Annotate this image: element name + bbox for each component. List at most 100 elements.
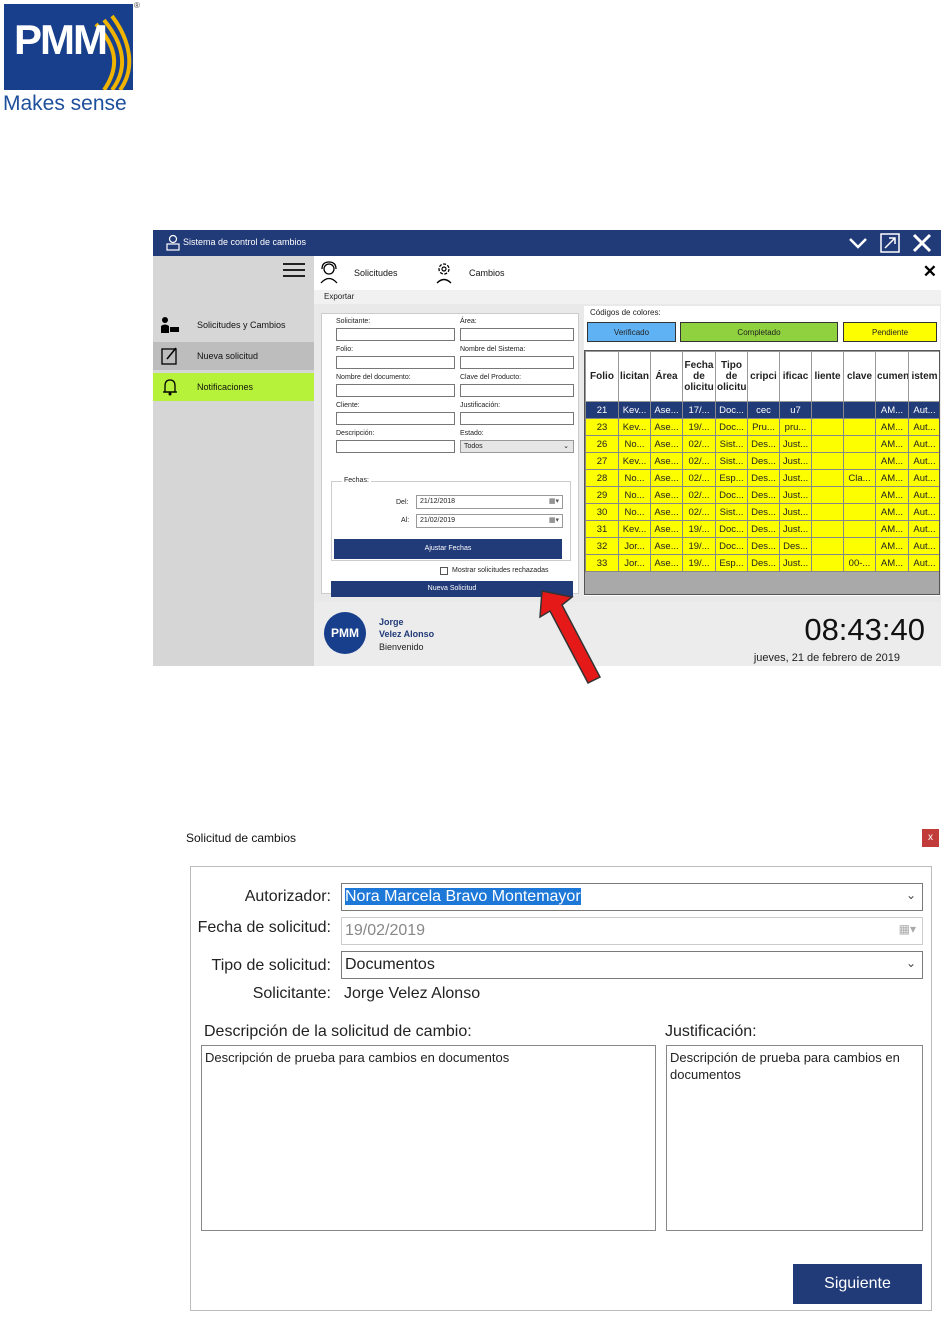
descripcion-textarea[interactable]: Descripción de prueba para cambios en do… — [201, 1045, 656, 1231]
table-row[interactable]: 27 Kev... Ase... 02/... Sist... Des... Just...… — [585, 452, 939, 470]
table-cell: Ase... — [650, 554, 683, 572]
nombre-documento-input[interactable] — [336, 384, 455, 397]
fecha-solicitud-picker[interactable]: 19/02/2019 ▦▾ — [341, 917, 923, 945]
fechas-group: Fechas: Del: 21/12/2018 ▦▾ Al: 21/02/201… — [331, 477, 571, 561]
clave-producto-input[interactable] — [460, 384, 574, 397]
clave-producto-label: Clave del Producto: — [460, 374, 522, 381]
table-cell — [843, 435, 876, 453]
table-row[interactable]: 33 Jor... Ase... 19/... Esp... Des... Just... 0… — [585, 554, 939, 572]
pendiente-swatch: Pendiente — [843, 322, 937, 342]
descripcion-input[interactable] — [336, 440, 455, 453]
table-cell: Ase... — [650, 401, 683, 419]
grid-header-cell[interactable]: ificac — [779, 351, 812, 402]
nombre-sistema-input[interactable] — [460, 356, 574, 369]
table-cell: AM... — [875, 486, 909, 504]
table-row[interactable]: 23 Kev... Ase... 19/... Doc... Pru... pru... AM… — [585, 418, 939, 436]
estado-select[interactable]: Todos ⌄ — [460, 440, 574, 453]
table-row[interactable]: 21 Kev... Ase... 17/... Doc... cec u7 AM... Aut.… — [585, 401, 939, 419]
table-cell: Des... — [747, 435, 780, 453]
table-row[interactable]: 26 No... Ase... 02/... Sist... Des... Just... A… — [585, 435, 939, 453]
table-cell — [811, 435, 844, 453]
grid-header-row: Folio licitan Área Fecha de olicitu Tipo de … — [585, 351, 939, 402]
table-cell: AM... — [875, 418, 909, 436]
fecha-solicitud-value: 19/02/2019 — [345, 922, 426, 939]
table-cell: Aut... — [908, 401, 939, 419]
tipo-solicitud-select[interactable]: Documentos ⌄ — [341, 951, 923, 979]
mostrar-rechazadas-checkbox[interactable] — [440, 567, 448, 575]
table-cell: 32 — [585, 537, 619, 555]
table-cell: Des... — [747, 537, 780, 555]
area-input[interactable] — [460, 328, 574, 341]
siguiente-button[interactable]: Siguiente — [793, 1264, 922, 1304]
user-first-name: Jorge — [379, 617, 404, 627]
panel-close-icon[interactable]: ✕ — [923, 262, 937, 282]
table-cell: 19/... — [682, 418, 716, 436]
table-cell: pru... — [779, 418, 812, 436]
folio-input[interactable] — [336, 356, 455, 369]
nav-item-solicitudes[interactable]: Solicitudes — [354, 268, 398, 278]
grid-header-cell[interactable]: liente — [811, 351, 844, 402]
grid-header-cell[interactable]: cripci — [747, 351, 780, 402]
close-icon[interactable] — [911, 232, 933, 254]
table-cell: 19/... — [682, 554, 716, 572]
dialog-close-button[interactable]: x — [922, 829, 939, 847]
estado-label: Estado: — [460, 430, 484, 437]
app-icon — [166, 234, 180, 251]
table-row[interactable]: 30 No... Ase... 02/... Sist... Des... Just... A… — [585, 503, 939, 521]
grid-header-cell[interactable]: istem — [908, 351, 939, 402]
sidebar-item-nueva-solicitud[interactable]: Nueva solicitud — [153, 342, 314, 370]
grid-header-cell[interactable]: Folio — [585, 351, 619, 402]
justificacion-textarea[interactable]: Descripción de prueba para cambios en do… — [666, 1045, 923, 1231]
fecha-del-picker[interactable]: 21/12/2018 ▦▾ — [416, 495, 563, 509]
table-cell: AM... — [875, 435, 909, 453]
table-cell: 29 — [585, 486, 619, 504]
table-cell: AM... — [875, 452, 909, 470]
table-row[interactable]: 31 Kev... Ase... 19/... Doc... Des... Just... A… — [585, 520, 939, 538]
table-row[interactable]: 32 Jor... Ase... 19/... Doc... Des... Des... AM… — [585, 537, 939, 555]
tipo-solicitud-label: Tipo de solicitud: — [211, 957, 331, 974]
table-cell: 27 — [585, 452, 619, 470]
table-cell: Jor... — [618, 537, 651, 555]
grid-header-cell[interactable]: licitan — [618, 351, 651, 402]
table-cell: 23 — [585, 418, 619, 436]
support-agent-icon[interactable] — [317, 260, 341, 284]
calendar-icon: ▦▾ — [548, 498, 559, 505]
ajustar-fechas-button[interactable]: Ajustar Fechas — [334, 539, 562, 559]
grid-header-cell[interactable]: Tipo de olicitu — [715, 351, 748, 402]
justificacion-label: Justificación: — [460, 402, 501, 409]
table-cell: AM... — [875, 520, 909, 538]
table-cell: No... — [618, 503, 651, 521]
solicitante-input[interactable] — [336, 328, 455, 341]
autorizador-select[interactable]: Nora Marcela Bravo Montemayor ⌄ — [341, 883, 923, 911]
table-row[interactable]: 29 No... Ase... 02/... Doc... Des... Just... AM… — [585, 486, 939, 504]
fechas-label: Fechas: — [342, 477, 371, 484]
grid-header-cell[interactable]: Área — [650, 351, 683, 402]
table-cell: 02/... — [682, 486, 716, 504]
table-cell: No... — [618, 486, 651, 504]
table-cell — [811, 469, 844, 487]
export-menu[interactable]: Exportar — [324, 292, 354, 301]
table-cell — [843, 401, 876, 419]
chevron-down-icon[interactable] — [847, 232, 869, 254]
justificacion-input[interactable] — [460, 412, 574, 425]
sidebar-item-notificaciones[interactable]: Notificaciones — [153, 373, 314, 401]
sidebar-item-solicitudes-cambios[interactable]: Solicitudes y Cambios — [153, 311, 314, 339]
table-cell: Ase... — [650, 418, 683, 436]
table-cell: Ase... — [650, 503, 683, 521]
nav-item-cambios[interactable]: Cambios — [469, 268, 505, 278]
export-bar: Exportar — [314, 290, 941, 304]
logo-wordmark: PMM — [14, 16, 108, 63]
fecha-al-picker[interactable]: 21/02/2019 ▦▾ — [416, 514, 563, 528]
table-cell: Ase... — [650, 435, 683, 453]
maximize-icon[interactable] — [879, 232, 901, 254]
table-cell: Jor... — [618, 554, 651, 572]
grid-header-cell[interactable]: clave — [843, 351, 876, 402]
logo-registered-mark: ® — [134, 1, 140, 10]
gear-person-icon[interactable] — [432, 260, 456, 284]
cliente-input[interactable] — [336, 412, 455, 425]
table-cell: 02/... — [682, 452, 716, 470]
hamburger-menu-icon[interactable] — [283, 263, 305, 279]
grid-header-cell[interactable]: cumen — [875, 351, 909, 402]
table-row[interactable]: 28 No... Ase... 02/... Esp... Des... Just... Cl… — [585, 469, 939, 487]
grid-header-cell[interactable]: Fecha de olicitu — [682, 351, 716, 402]
